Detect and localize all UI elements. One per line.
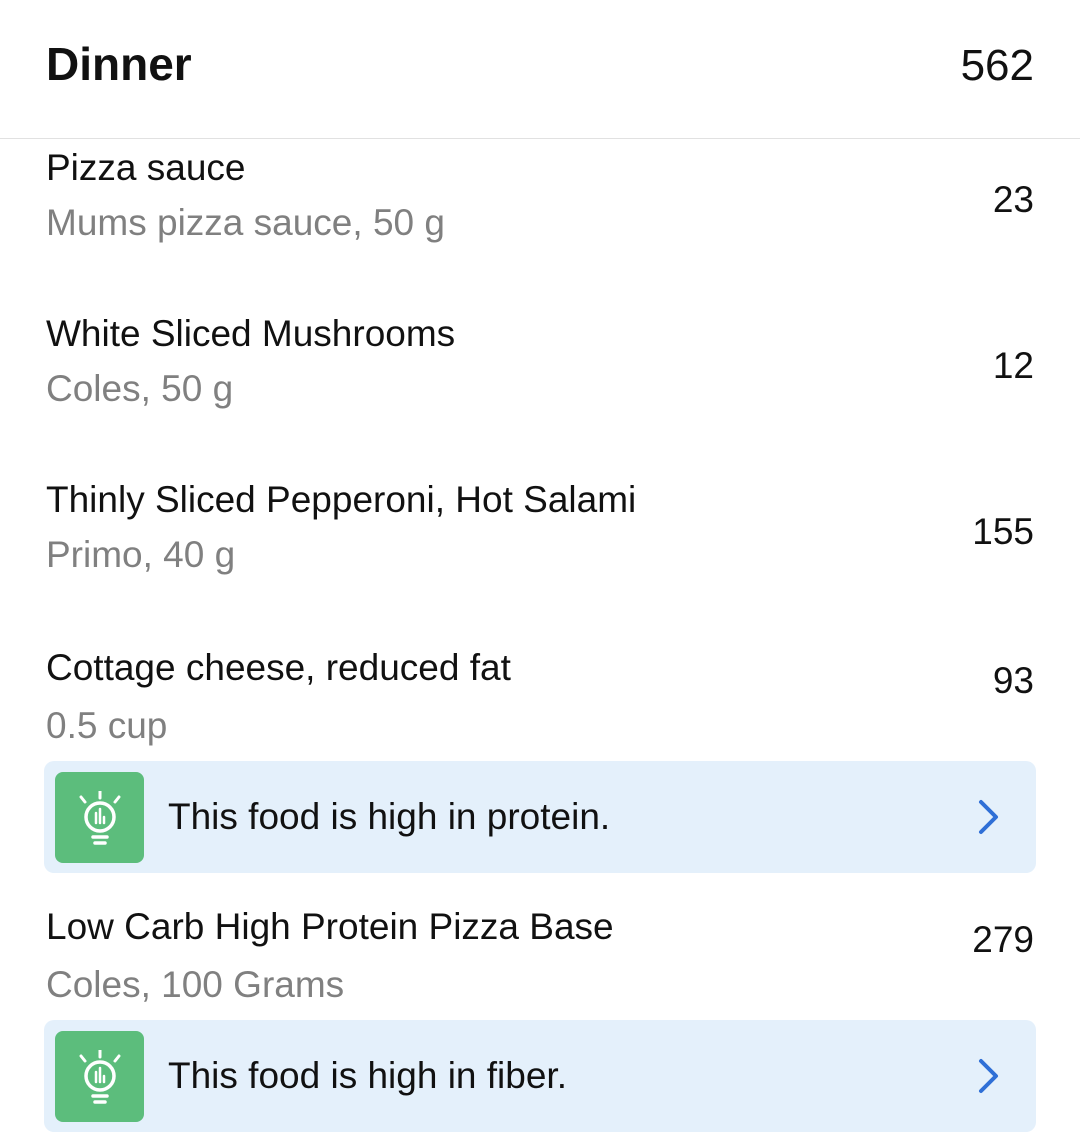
meal-header: Dinner 562 <box>0 0 1080 139</box>
food-detail: Coles, 100 Grams <box>46 964 345 1005</box>
food-entry-white-sliced-mushrooms[interactable]: White Sliced Mushrooms Coles, 50 g 12 <box>0 306 1080 426</box>
food-detail: Primo, 40 g <box>46 534 236 575</box>
insight-banner-protein[interactable]: This food is high in protein. <box>44 761 1036 873</box>
food-calories: 12 <box>992 345 1034 386</box>
food-entry-pizza-sauce[interactable]: Pizza sauce Mums pizza sauce, 50 g 23 <box>0 140 1080 260</box>
food-calories: 23 <box>992 179 1034 220</box>
food-detail: Mums pizza sauce, 50 g <box>46 202 445 243</box>
food-name: Low Carb High Protein Pizza Base <box>46 906 614 947</box>
insight-text: This food is high in fiber. <box>168 1055 567 1096</box>
food-entry-low-carb-pizza-base[interactable]: Low Carb High Protein Pizza Base Coles, … <box>0 900 1080 1020</box>
lightbulb-icon <box>55 1031 144 1122</box>
food-calories: 93 <box>992 660 1034 701</box>
food-name: White Sliced Mushrooms <box>46 313 456 354</box>
food-calories: 279 <box>972 919 1034 960</box>
insight-banner-fiber[interactable]: This food is high in fiber. <box>44 1020 1036 1132</box>
food-calories: 155 <box>972 511 1034 552</box>
food-detail: Coles, 50 g <box>46 368 234 409</box>
chevron-right-icon[interactable] <box>978 799 1000 840</box>
food-name: Cottage cheese, reduced fat <box>46 647 511 688</box>
food-name: Thinly Sliced Pepperoni, Hot Salami <box>46 479 637 520</box>
food-entry-thinly-sliced-pepperoni[interactable]: Thinly Sliced Pepperoni, Hot Salami Prim… <box>0 472 1080 592</box>
insight-text: This food is high in protein. <box>168 796 611 837</box>
lightbulb-icon <box>55 772 144 863</box>
meal-total-calories: 562 <box>960 41 1034 90</box>
chevron-right-icon[interactable] <box>978 1058 1000 1099</box>
food-detail: 0.5 cup <box>46 705 168 746</box>
meal-title: Dinner <box>46 38 192 90</box>
food-name: Pizza sauce <box>46 147 246 188</box>
